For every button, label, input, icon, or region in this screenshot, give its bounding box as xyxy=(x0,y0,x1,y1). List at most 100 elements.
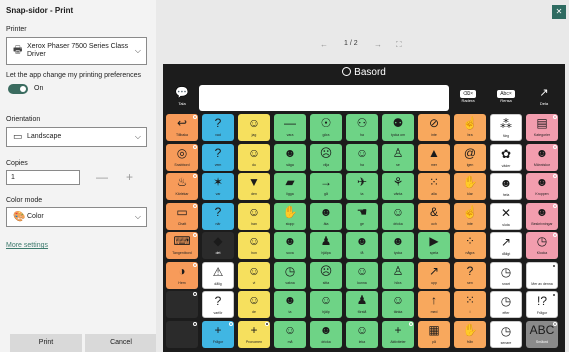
symbol-icon: ▶ xyxy=(429,234,439,248)
symbol-cell: ☝ inte xyxy=(454,202,486,230)
symbol-icon: ☻ xyxy=(283,145,297,160)
symbol-cell: ☺ han xyxy=(238,202,270,230)
symbol-icon: ✈ xyxy=(356,175,368,189)
folder-indicator-icon xyxy=(193,115,197,119)
print-button[interactable]: Print xyxy=(10,334,82,352)
palette-icon: 🎨 xyxy=(13,211,26,223)
symbol-cell: ⁂ färg xyxy=(490,114,522,141)
symbol-cell: ☺ hjälp xyxy=(310,291,342,318)
share-button: ↗ Dela xyxy=(529,85,559,111)
symbol-label: väder xyxy=(501,163,511,168)
symbol-label: ta xyxy=(288,310,292,314)
symbol-label: se xyxy=(396,162,400,167)
symbol-cell: ✈ ta xyxy=(346,173,378,200)
symbol-label: Snabbord xyxy=(174,162,190,167)
copies-input[interactable]: 1 xyxy=(6,170,80,185)
symbol-cell: ⚠ dålig xyxy=(202,261,234,289)
symbol-icon: @ xyxy=(463,145,477,160)
printer-select[interactable]: 🖶 Xerox Phaser 7500 Series Class Driver … xyxy=(6,37,147,65)
symbol-icon: → xyxy=(320,175,332,189)
symbol-icon: ⊘ xyxy=(428,116,440,130)
symbol-cell: ⁘ några xyxy=(454,232,486,259)
symbol-icon: ☺ xyxy=(355,145,369,160)
folder-indicator-icon xyxy=(193,233,197,237)
copies-increment-button[interactable]: + xyxy=(126,170,133,184)
symbol-icon: ? xyxy=(214,294,222,308)
symbol-cell: ◷ senare xyxy=(490,320,522,348)
symbol-cell xyxy=(166,320,198,348)
symbol-cell: ☺ jag xyxy=(238,114,270,141)
more-settings-link[interactable]: More settings xyxy=(6,242,48,249)
symbol-label: från xyxy=(466,339,474,344)
symbol-label: snart xyxy=(502,281,510,286)
cancel-button[interactable]: Cancel xyxy=(85,334,157,352)
symbol-icon: ⁘ xyxy=(464,234,476,248)
folder-indicator-icon xyxy=(553,321,557,326)
previous-page-button[interactable]: ← xyxy=(320,40,328,49)
symbol-label: ge xyxy=(360,221,364,226)
symbol-label: bra xyxy=(467,133,473,137)
symbol-cell: ⚘ vänta xyxy=(382,173,414,200)
symbol-icon: ☻ xyxy=(283,293,297,307)
symbol-label: stopp xyxy=(285,221,295,226)
symbol-label: den xyxy=(251,192,257,196)
symbol-cell xyxy=(166,291,198,318)
symbol-cell: ☻ Kroppen xyxy=(526,173,558,200)
close-icon[interactable]: ✕ xyxy=(552,5,566,19)
symbol-icon: ☝ xyxy=(462,116,478,130)
symbol-label: ta xyxy=(360,192,364,196)
symbol-cell: ◷ snart xyxy=(490,261,522,289)
symbol-label: igen xyxy=(466,162,474,167)
symbol-cell: ↗ dåligt xyxy=(490,232,522,259)
symbol-cell: ↑ med xyxy=(418,291,450,318)
symbol-cell: ? sen xyxy=(454,261,486,289)
symbol-label: hon xyxy=(251,251,257,255)
symbol-icon: & xyxy=(429,204,438,219)
symbol-label: och xyxy=(431,221,437,226)
symbol-label: dålig xyxy=(214,281,222,286)
symbol-label: alla xyxy=(431,192,437,196)
symbol-icon: ✋ xyxy=(282,204,298,219)
color-mode-value: Color xyxy=(27,213,44,220)
symbol-label: på xyxy=(432,339,436,344)
delete-button: ⌫× Radera xyxy=(453,85,483,111)
symbol-icon: ☻ xyxy=(319,204,333,219)
symbol-icon: ? xyxy=(214,116,222,130)
next-page-button[interactable]: → xyxy=(374,40,382,49)
symbol-cell: ☝ bra xyxy=(454,114,486,141)
copies-decrement-button[interactable]: — xyxy=(96,170,108,184)
backspace-icon: ⌫× xyxy=(460,90,476,98)
symbol-label: höra xyxy=(394,280,402,285)
folder-indicator-icon xyxy=(553,203,557,208)
symbol-icon: — xyxy=(284,116,296,130)
symbol-cell: ▲ mer xyxy=(418,143,450,171)
chevron-down-icon: ⌵ xyxy=(134,46,141,55)
folder-indicator-icon xyxy=(193,144,197,149)
symbol-label: de xyxy=(252,310,256,314)
symbol-label: vakna xyxy=(285,280,295,285)
symbol-icon: ☺ xyxy=(319,293,333,307)
symbol-cell: ☻ ta xyxy=(274,291,306,318)
symbol-cell: ✶ var xyxy=(202,173,234,200)
symbol-cell: ⁙ alla xyxy=(418,173,450,200)
symbol-icon: ◷ xyxy=(500,264,512,279)
printer-icon: 🖶 xyxy=(13,44,23,56)
symbol-label: med xyxy=(430,310,438,314)
symbol-label: förstå xyxy=(357,310,367,314)
color-mode-select[interactable]: 🎨 Color ⌵ xyxy=(6,207,147,227)
share-label: Dela xyxy=(539,101,549,106)
fit-page-button[interactable]: ⛶ xyxy=(396,40,402,50)
orientation-select[interactable]: ▭ Landscape ⌵ xyxy=(6,127,147,147)
preferences-toggle[interactable] xyxy=(8,84,28,94)
symbol-icon: ◷ xyxy=(500,294,512,308)
symbol-cell: ◑ Hem xyxy=(166,261,198,289)
speech-bubble-icon: 💬 xyxy=(175,87,189,99)
symbol-label: tänka xyxy=(393,310,403,314)
symbol-label: säga xyxy=(286,162,294,167)
symbol-cell: ? vem xyxy=(202,143,234,171)
symbol-cell: ▦ på xyxy=(418,320,450,348)
symbol-label: hela xyxy=(502,193,510,197)
symbol-cell: ? varför xyxy=(202,291,234,318)
symbol-label: tycka xyxy=(393,251,403,255)
symbol-icon: ☺ xyxy=(247,204,261,219)
